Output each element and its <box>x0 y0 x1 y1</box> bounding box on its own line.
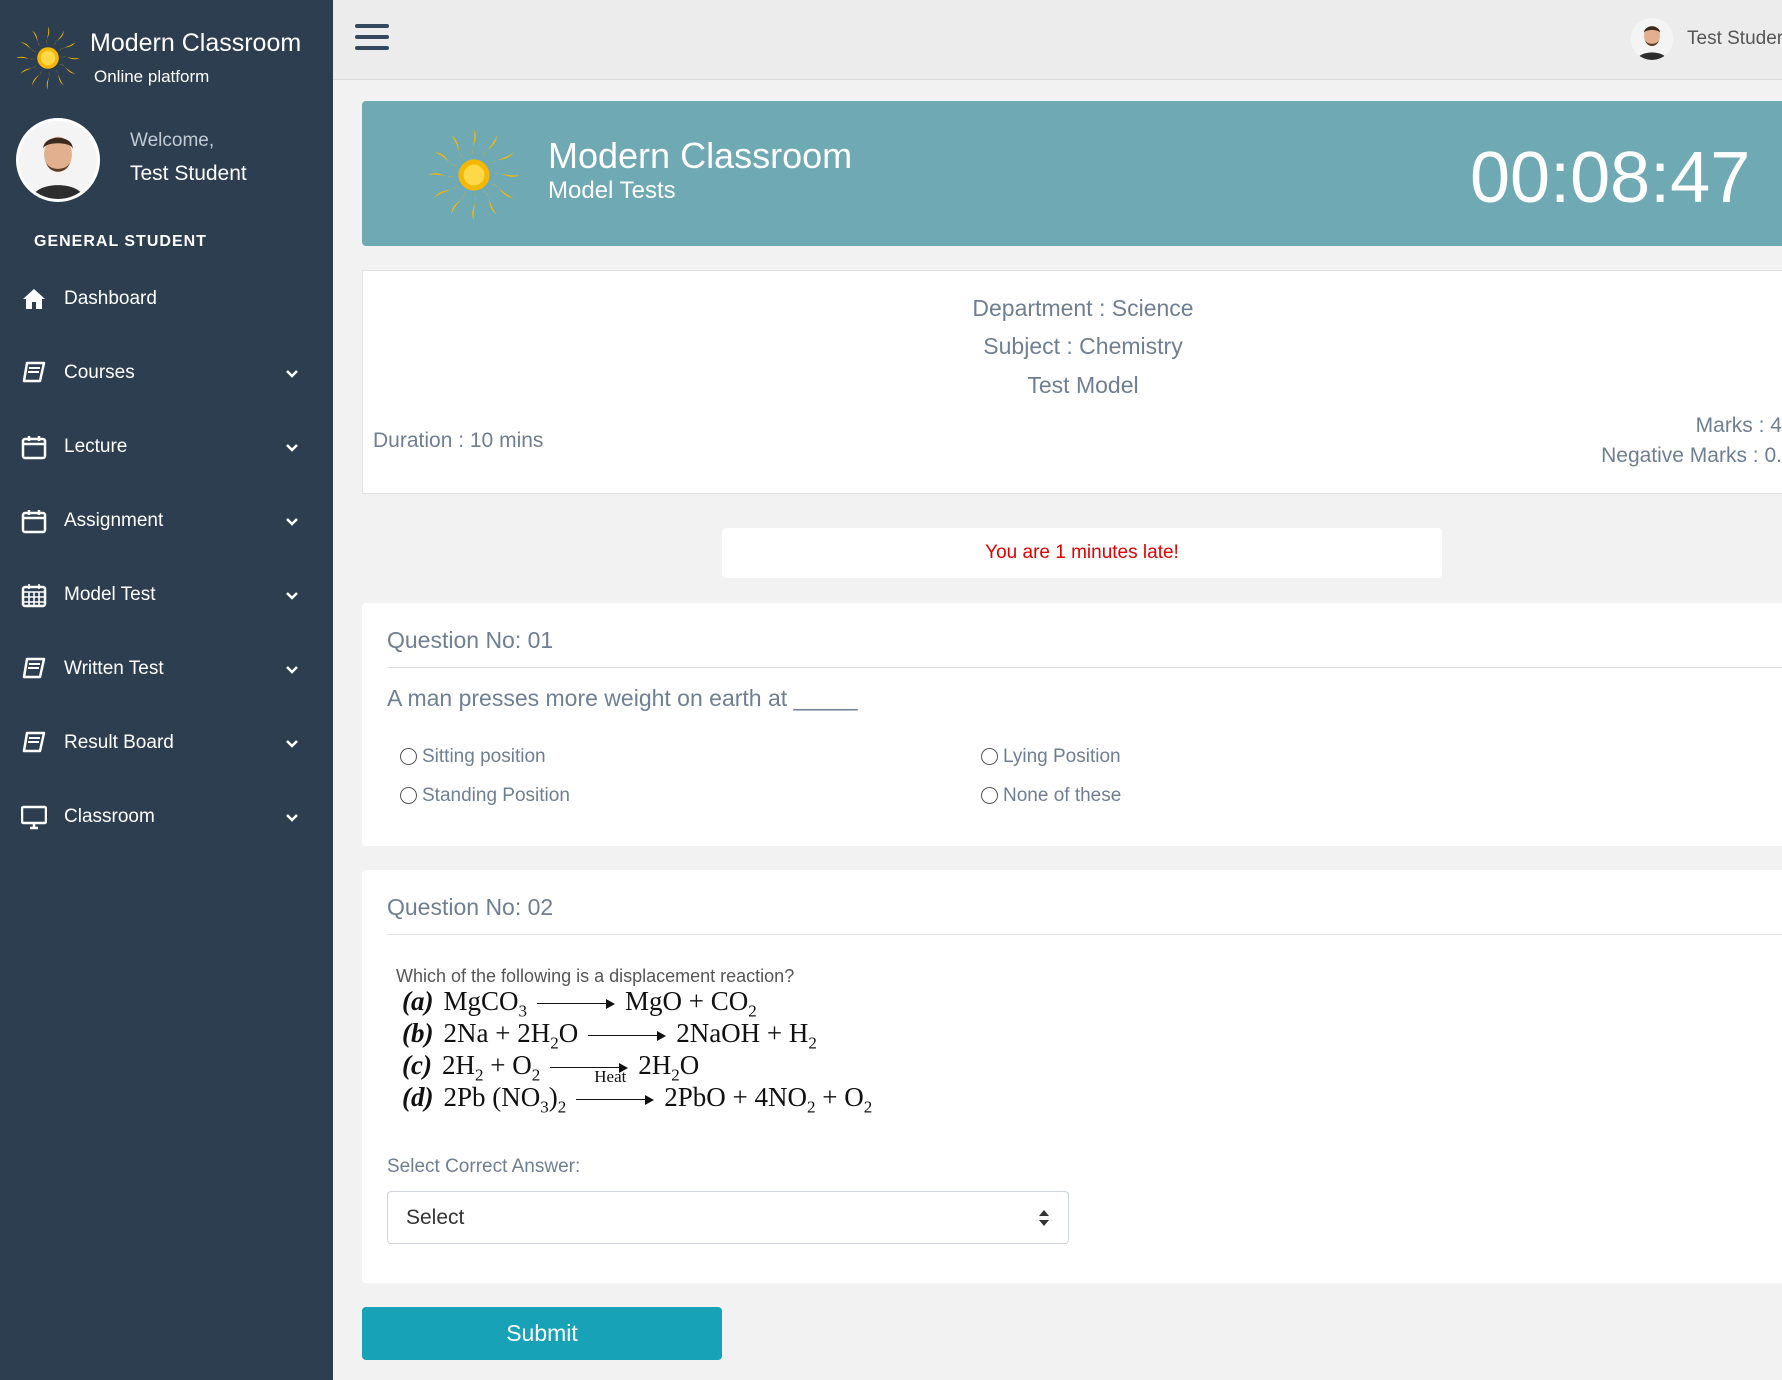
subject-text: Subject : Chemistry <box>983 333 1183 359</box>
test-model-text: Test Model <box>1027 372 1139 398</box>
calendar-grid-icon <box>21 584 47 608</box>
radio-button[interactable] <box>981 787 998 804</box>
sun-logo-icon <box>428 129 520 221</box>
chevron-down-icon <box>286 814 298 822</box>
option-label: Lying Position <box>1003 746 1121 767</box>
profile: Welcome, Test Student <box>16 118 326 208</box>
test-banner: Modern Classroom Model Tests 00:08:47 <box>362 101 1782 246</box>
question-title: Question No: 01 <box>387 627 554 653</box>
book-icon <box>22 657 46 679</box>
user-avatar-icon <box>19 121 97 199</box>
sidebar-item-label: Classroom <box>64 806 155 827</box>
department-text: Department : Science <box>972 295 1194 321</box>
chevron-down-icon <box>286 370 298 378</box>
topbar: Test Studer <box>333 0 1782 80</box>
sort-arrows-icon <box>1039 1210 1049 1226</box>
sidebar-item-label: Model Test <box>64 584 156 605</box>
chevron-down-icon <box>286 518 298 526</box>
banner-title: Modern Classroom <box>548 135 853 176</box>
chevron-down-icon <box>286 666 298 674</box>
late-alert: You are 1 minutes late! <box>722 528 1442 578</box>
sidebar-item-courses[interactable]: Courses <box>0 336 333 410</box>
sidebar-item-model-test[interactable]: Model Test <box>0 558 333 632</box>
reaction-a: (a) MgCO3 MgO + CO2 <box>402 986 757 1021</box>
chevron-down-icon <box>286 740 298 748</box>
option-label: Sitting position <box>422 746 546 767</box>
hamburger-icon[interactable] <box>355 24 389 54</box>
sidebar-item-assignment[interactable]: Assignment <box>0 484 333 558</box>
question-card-2: Question No: 02 Which of the following i… <box>362 870 1782 1283</box>
countdown-timer: 00:08:47 <box>1470 138 1751 218</box>
chevron-down-icon <box>286 592 298 600</box>
topbar-avatar[interactable] <box>1631 18 1673 60</box>
user-avatar-icon <box>1631 18 1673 60</box>
negative-marks-text: Negative Marks : 0. <box>1601 444 1782 467</box>
sidebar-item-classroom[interactable]: Classroom <box>0 780 333 854</box>
topbar-user-name[interactable]: Test Studer <box>1687 28 1782 50</box>
chevron-down-icon <box>286 444 298 452</box>
home-icon <box>23 289 45 309</box>
question-image: Which of the following is a displacement… <box>396 966 956 1126</box>
brand-title: Modern Classroom <box>90 29 302 57</box>
sidebar-item-label: Lecture <box>64 436 128 457</box>
user-name: Test Student <box>130 162 247 185</box>
question-intro: Which of the following is a displacement… <box>396 966 795 986</box>
sidebar-nav: Dashboard Courses Lecture Assignment Mod… <box>0 262 333 854</box>
sidebar-item-label: Written Test <box>64 658 164 679</box>
welcome-text: Welcome, <box>130 130 215 151</box>
avatar[interactable] <box>16 118 100 202</box>
radio-button[interactable] <box>981 748 998 765</box>
reaction-c: (c) 2H2 + O2 2H2O <box>402 1050 700 1085</box>
divider <box>387 667 1782 668</box>
select-answer-label: Select Correct Answer: <box>387 1156 581 1177</box>
calendar-icon <box>21 436 47 460</box>
reaction-b: (b) 2Na + 2H2O 2NaOH + H2 <box>402 1018 817 1053</box>
question-text: A man presses more weight on earth at __… <box>387 685 858 711</box>
marks-text: Marks : 4 <box>1695 414 1782 437</box>
reaction-d: (d) 2Pb (NO3)2 Heat 2PbO + 4NO2 + O2 <box>402 1066 873 1117</box>
sidebar-item-dashboard[interactable]: Dashboard <box>0 262 333 336</box>
brand-subtitle: Online platform <box>94 67 210 86</box>
sidebar-item-lecture[interactable]: Lecture <box>0 410 333 484</box>
book-icon <box>22 361 46 383</box>
divider <box>387 934 1782 935</box>
book-icon <box>22 731 46 753</box>
sidebar-item-label: Assignment <box>64 510 164 531</box>
submit-button[interactable]: Submit <box>362 1307 722 1360</box>
sidebar: Modern Classroom Online platform Welcome… <box>0 0 333 1380</box>
banner-subtitle: Model Tests <box>548 177 676 204</box>
sidebar-item-result-board[interactable]: Result Board <box>0 706 333 780</box>
question-title: Question No: 02 <box>387 894 554 920</box>
radio-button[interactable] <box>400 787 417 804</box>
sun-logo-icon <box>16 26 80 90</box>
sidebar-item-written-test[interactable]: Written Test <box>0 632 333 706</box>
sidebar-item-label: Dashboard <box>64 288 157 309</box>
radio-button[interactable] <box>400 748 417 765</box>
sidebar-item-label: Courses <box>64 362 135 383</box>
test-info-card: Department : Science Subject : Chemistry… <box>362 270 1782 494</box>
option-label: Standing Position <box>422 785 570 806</box>
user-role: GENERAL STUDENT <box>34 233 207 250</box>
answer-select[interactable]: Select <box>387 1191 1069 1244</box>
monitor-icon <box>21 805 47 830</box>
brand[interactable]: Modern Classroom Online platform <box>12 22 322 97</box>
select-value: Select <box>406 1206 465 1229</box>
option-label: None of these <box>1003 785 1122 806</box>
duration-text: Duration : 10 mins <box>373 429 544 452</box>
calendar-icon <box>21 510 47 534</box>
question-card-1: Question No: 01 A man presses more weigh… <box>362 603 1782 846</box>
sidebar-item-label: Result Board <box>64 732 174 753</box>
